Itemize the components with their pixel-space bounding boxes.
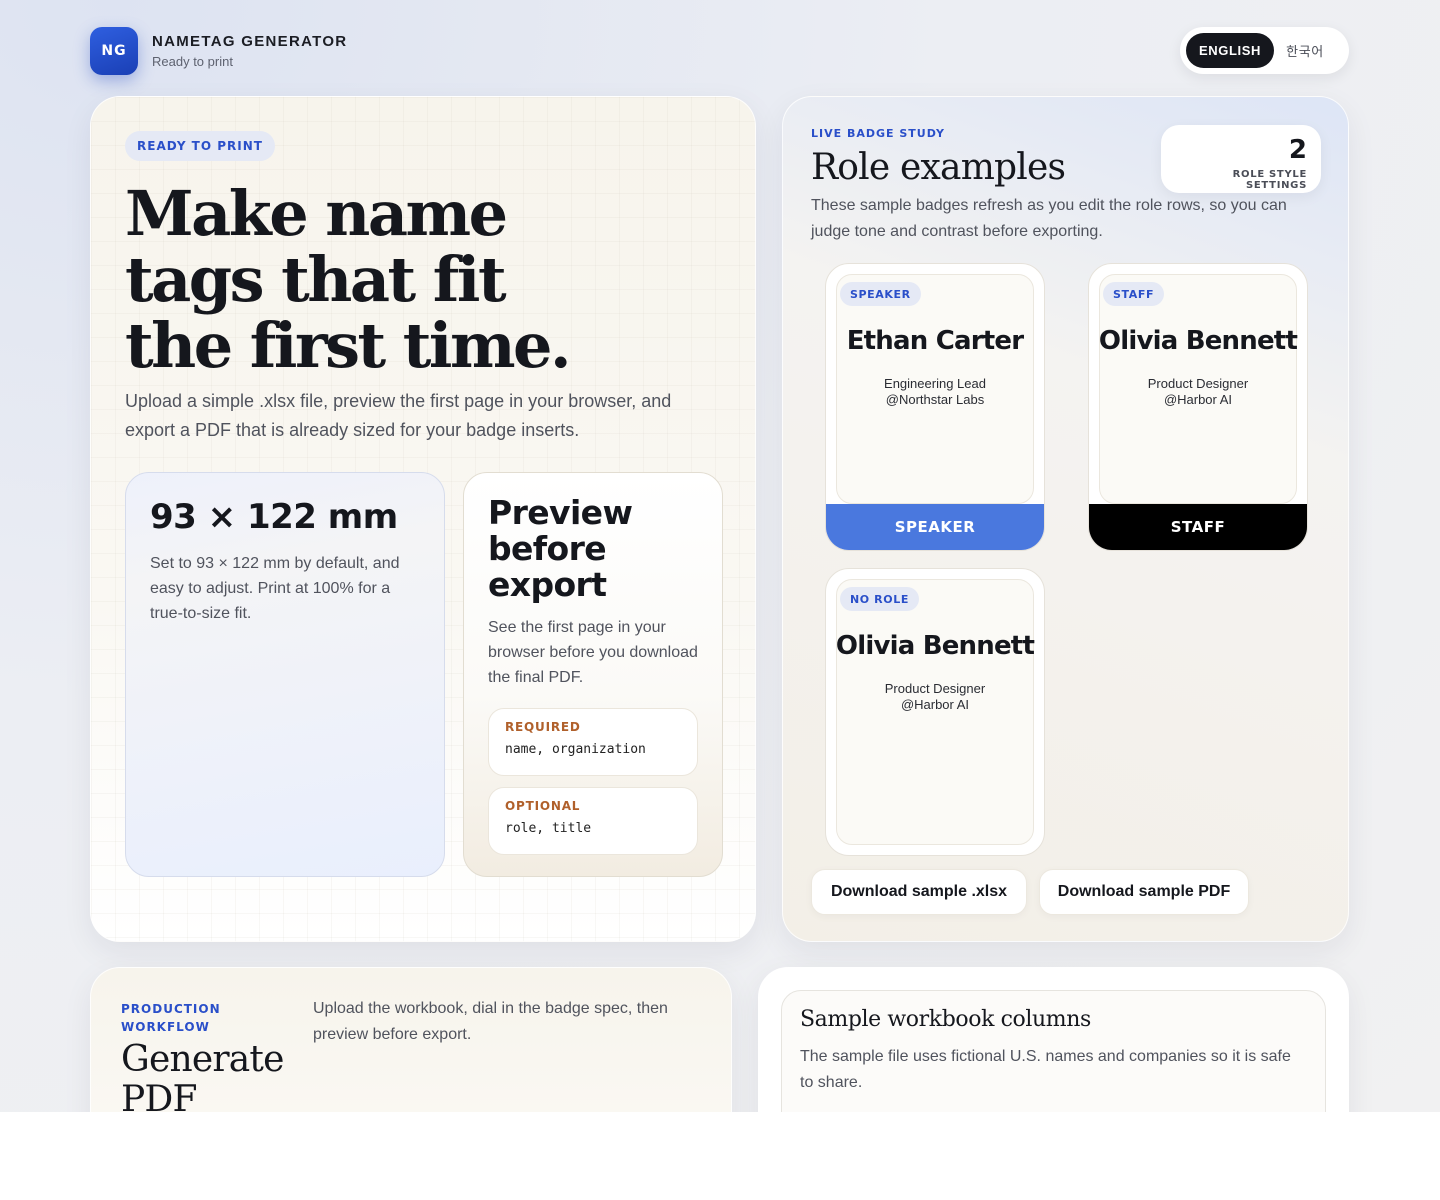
language-korean-button[interactable]: 한국어	[1274, 33, 1336, 68]
badge-size-card: 93 × 122 mm Set to 93 × 122 mm by defaul…	[125, 472, 445, 877]
role-style-count: 2 ROLE STYLE SETTINGS	[1161, 125, 1321, 193]
optional-value: role, title	[505, 821, 592, 836]
role-examples-description: These sample badges refresh as you edit …	[811, 197, 1287, 240]
hero-title: Make name tags that fit the first time.	[125, 181, 645, 379]
brand-status: Ready to print	[152, 54, 233, 69]
badge-meta: Engineering Lead @Northstar Labs	[826, 376, 1044, 408]
badge-meta: Product Designer @Harbor AI	[826, 681, 1044, 713]
production-workflow-eyebrow: PRODUCTION WORKFLOW	[121, 1002, 221, 1034]
production-workflow-card: PRODUCTION WORKFLOW Generate PDF Upload …	[90, 967, 732, 1112]
badge-role-pill: NO ROLE	[840, 587, 919, 611]
workflow-description: Upload the workbook, dial in the badge s…	[313, 1000, 668, 1043]
sample-columns-description: The sample file uses fictional U.S. name…	[800, 1048, 1291, 1091]
role-style-count-value: 2	[1288, 135, 1307, 165]
badge-preview-speaker: SPEAKER Ethan Carter Engineering Lead @N…	[825, 263, 1045, 551]
preview-description: See the first page in your browser befor…	[488, 619, 698, 686]
sample-columns-panel: Sample workbook columns The sample file …	[781, 990, 1326, 1112]
badge-title: Product Designer	[884, 681, 986, 696]
preview-card: Preview before export See the first page…	[463, 472, 723, 877]
brand[interactable]: NG NAMETAG GENERATOR Ready to print	[90, 27, 347, 75]
badge-preview-staff: STAFF Olivia Bennett Product Designer @H…	[1088, 263, 1308, 551]
brand-title: NAMETAG GENERATOR	[152, 33, 348, 50]
live-badge-study-eyebrow: LIVE BADGE STUDY	[811, 127, 946, 140]
sample-columns-card: Sample workbook columns The sample file …	[758, 967, 1349, 1112]
role-examples-card: LIVE BADGE STUDY Role examples These sam…	[782, 96, 1349, 942]
download-sample-pdf-button[interactable]: Download sample PDF	[1039, 869, 1249, 915]
sample-columns-title: Sample workbook columns	[800, 1007, 1091, 1032]
hero-title-line: the first time.	[125, 309, 572, 382]
badge-name: Olivia Bennett	[835, 631, 1035, 661]
generate-pdf-title: Generate PDF	[121, 1039, 284, 1113]
badge-organization: @Harbor AI	[900, 697, 970, 712]
badge-role-pill: STAFF	[1103, 282, 1165, 306]
required-label: REQUIRED	[505, 720, 581, 734]
badge-role-pill: SPEAKER	[840, 282, 921, 306]
badge-organization: @Northstar Labs	[885, 392, 985, 407]
hero-title-line: tags that fit	[125, 243, 507, 316]
required-fields-box: REQUIRED name, organization	[488, 708, 698, 776]
badge-size-title: 93 × 122 mm	[150, 497, 398, 537]
role-examples-title: Role examples	[811, 147, 1066, 188]
badge-preview-no-role: NO ROLE Olivia Bennett Product Designer …	[825, 568, 1045, 856]
hero-card: READY TO PRINT Make name tags that fit t…	[90, 96, 756, 942]
badge-title: Engineering Lead	[884, 376, 986, 391]
required-value: name, organization	[505, 742, 646, 757]
badge-role-bar: STAFF	[1089, 504, 1307, 550]
badge-meta: Product Designer @Harbor AI	[1089, 376, 1307, 408]
badge-title: Product Designer	[1147, 376, 1249, 391]
badge-name: Olivia Bennett	[1098, 326, 1298, 356]
preview-title: Preview before export	[488, 493, 633, 604]
badge-role-bar: SPEAKER	[826, 504, 1044, 550]
badge-size-description: Set to 93 × 122 mm by default, and easy …	[150, 555, 400, 622]
brand-logo: NG	[90, 27, 138, 75]
role-style-count-label: ROLE STYLE SETTINGS	[1232, 169, 1307, 191]
language-toggle: ENGLISH 한국어	[1180, 27, 1349, 74]
ready-to-print-pill: READY TO PRINT	[125, 131, 275, 161]
hero-title-line: Make name	[125, 177, 508, 250]
app-viewport: NG NAMETAG GENERATOR Ready to print ENGL…	[0, 0, 1440, 1112]
language-english-button[interactable]: ENGLISH	[1186, 33, 1274, 68]
download-sample-xlsx-button[interactable]: Download sample .xlsx	[811, 869, 1027, 915]
optional-label: OPTIONAL	[505, 799, 581, 813]
badge-organization: @Harbor AI	[1163, 392, 1233, 407]
optional-fields-box: OPTIONAL role, title	[488, 787, 698, 855]
badge-name: Ethan Carter	[846, 326, 1024, 356]
hero-description: Upload a simple .xlsx file, preview the …	[125, 391, 672, 440]
